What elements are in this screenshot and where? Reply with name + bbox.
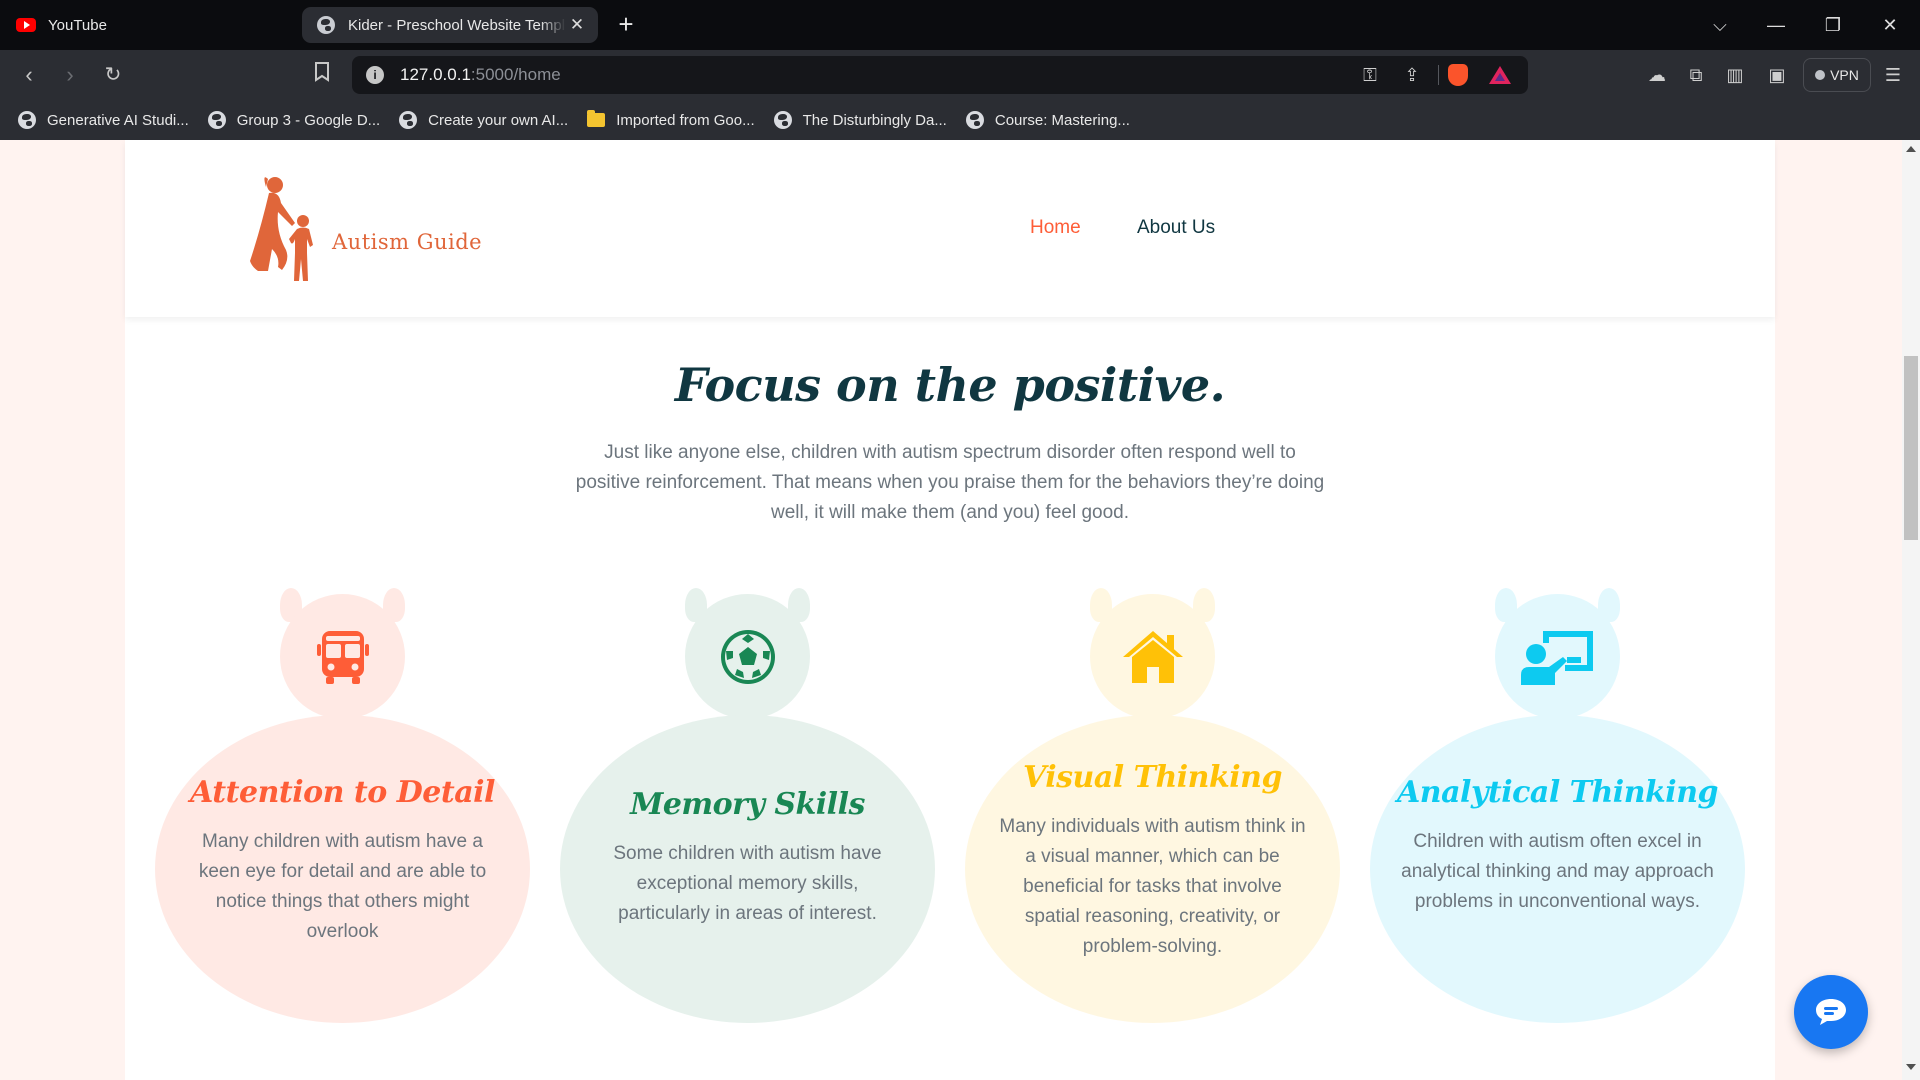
- reload-icon[interactable]: ↻: [98, 60, 128, 90]
- card-icon-circle: [685, 594, 810, 719]
- leo-ai-icon[interactable]: ☁: [1644, 62, 1670, 88]
- page-scrollbar[interactable]: [1902, 140, 1920, 1080]
- wallet-icon[interactable]: ▣: [1764, 62, 1790, 88]
- tab-kider[interactable]: Kider - Preschool Website Template ✕: [302, 7, 598, 43]
- chat-button[interactable]: [1794, 975, 1868, 1049]
- tab-title: Kider - Preschool Website Template: [348, 16, 566, 34]
- feature-card-analytical: Analytical Thinking Children with autism…: [1370, 588, 1745, 1023]
- bookmark-item[interactable]: Course: Mastering...: [965, 111, 1130, 129]
- youtube-icon: [16, 15, 36, 35]
- card-title: Visual Thinking: [1023, 760, 1282, 795]
- key-icon[interactable]: ⚿: [1358, 64, 1382, 86]
- bookmark-label: Generative AI Studi...: [47, 111, 189, 129]
- restore-icon[interactable]: ❐: [1813, 10, 1853, 40]
- card-text: Many individuals with autism think in a …: [999, 816, 1306, 957]
- bookmark-item[interactable]: Group 3 - Google D...: [207, 111, 381, 129]
- bookmark-icon[interactable]: [307, 60, 337, 90]
- url-text: 127.0.0.1:5000/home: [400, 65, 561, 84]
- globe-icon: [965, 111, 984, 129]
- close-window-icon[interactable]: ✕: [1870, 10, 1910, 40]
- chalkboard-teacher-icon: [1520, 630, 1593, 685]
- chat-bubble-icon: [1816, 999, 1846, 1025]
- page-container: Autism Guide Home About Us Focus on the …: [125, 140, 1775, 1080]
- browser-toolbar: ‹ › ↻ i 127.0.0.1:5000/home ⚿ ⇪ ☁ ⧉ ▥ ▣ …: [0, 50, 1920, 100]
- section-intro: Just like anyone else, children with aut…: [575, 442, 1325, 523]
- card-icon-circle: [1090, 594, 1215, 719]
- scroll-up-icon[interactable]: [1906, 146, 1916, 152]
- globe-icon: [316, 15, 336, 35]
- bookmark-item[interactable]: Generative AI Studi...: [18, 111, 189, 129]
- card-icon-circle: [280, 594, 405, 719]
- vpn-status-icon: [1815, 70, 1826, 80]
- share-icon[interactable]: ⇪: [1400, 64, 1424, 86]
- bookmarks-bar: Generative AI Studi... Group 3 - Google …: [0, 100, 1920, 140]
- page-viewport: Autism Guide Home About Us Focus on the …: [0, 140, 1902, 1080]
- close-tab-icon[interactable]: ✕: [566, 14, 588, 36]
- section-heading: Focus on the positive.: [674, 358, 1226, 412]
- globe-icon: [399, 111, 418, 129]
- forward-icon[interactable]: ›: [55, 60, 85, 90]
- bookmark-label: Group 3 - Google D...: [236, 111, 381, 129]
- brand-name[interactable]: Autism Guide: [332, 230, 482, 254]
- bookmark-label: The Disturbingly Da...: [802, 111, 947, 129]
- globe-icon: [207, 111, 226, 129]
- folder-icon: [587, 110, 606, 127]
- tab-title: YouTube: [48, 16, 107, 34]
- globe-icon: [773, 111, 792, 129]
- bookmark-label: Course: Mastering...: [994, 111, 1130, 129]
- card-title: Analytical Thinking: [1397, 775, 1718, 810]
- new-tab-button[interactable]: +: [612, 11, 640, 39]
- card-text: Children with autism often excel in anal…: [1401, 831, 1714, 912]
- mother-child-logo-icon[interactable]: [235, 173, 325, 283]
- site-info-icon[interactable]: i: [366, 66, 384, 84]
- browser-tab-strip: YouTube Kider - Preschool Website Templa…: [0, 0, 1920, 50]
- home-icon: [1122, 630, 1183, 683]
- nav-about-us-link[interactable]: About Us: [1137, 217, 1215, 239]
- menu-icon[interactable]: ☰: [1880, 62, 1906, 88]
- nav-home-link[interactable]: Home: [1030, 217, 1081, 239]
- scroll-down-icon[interactable]: [1906, 1064, 1916, 1070]
- bookmark-item[interactable]: Create your own AI...: [399, 111, 568, 129]
- card-text: Many children with autism have a keen ey…: [198, 831, 487, 942]
- back-icon[interactable]: ‹: [14, 60, 44, 90]
- bookmark-item[interactable]: The Disturbingly Da...: [773, 111, 947, 129]
- bookmark-label: Create your own AI...: [428, 111, 569, 129]
- globe-icon: [18, 111, 36, 129]
- bookmark-label: Imported from Goo...: [616, 111, 755, 129]
- address-bar[interactable]: i 127.0.0.1:5000/home ⚿ ⇪: [352, 56, 1528, 94]
- sidebar-icon[interactable]: ▥: [1722, 62, 1748, 88]
- divider: [1438, 65, 1439, 85]
- brave-rewards-icon[interactable]: [1489, 66, 1511, 84]
- brave-shields-icon[interactable]: [1448, 64, 1468, 86]
- card-text: Some children with autism have exception…: [613, 843, 882, 924]
- vpn-button[interactable]: VPN: [1803, 58, 1871, 92]
- extensions-icon[interactable]: ⧉: [1683, 62, 1709, 88]
- site-navbar: Autism Guide Home About Us: [125, 140, 1775, 317]
- bookmark-folder[interactable]: Imported from Goo...: [587, 110, 755, 129]
- football-icon: [720, 629, 775, 684]
- feature-card-visual: Visual Thinking Many individuals with au…: [965, 588, 1340, 1023]
- card-icon-circle: [1495, 594, 1620, 719]
- card-title: Attention to Detail: [190, 775, 495, 810]
- bus-icon: [316, 630, 369, 684]
- card-title: Memory Skills: [630, 787, 865, 822]
- vpn-label: VPN: [1830, 67, 1859, 83]
- tab-search-chevron-icon[interactable]: ⌵: [1700, 10, 1740, 40]
- feature-card-memory: Memory Skills Some children with autism …: [560, 588, 935, 1023]
- scroll-thumb[interactable]: [1904, 356, 1918, 540]
- feature-card-attention: Attention to Detail Many children with a…: [155, 588, 530, 1023]
- minimize-icon[interactable]: —: [1756, 10, 1796, 40]
- tab-youtube[interactable]: YouTube: [8, 7, 298, 43]
